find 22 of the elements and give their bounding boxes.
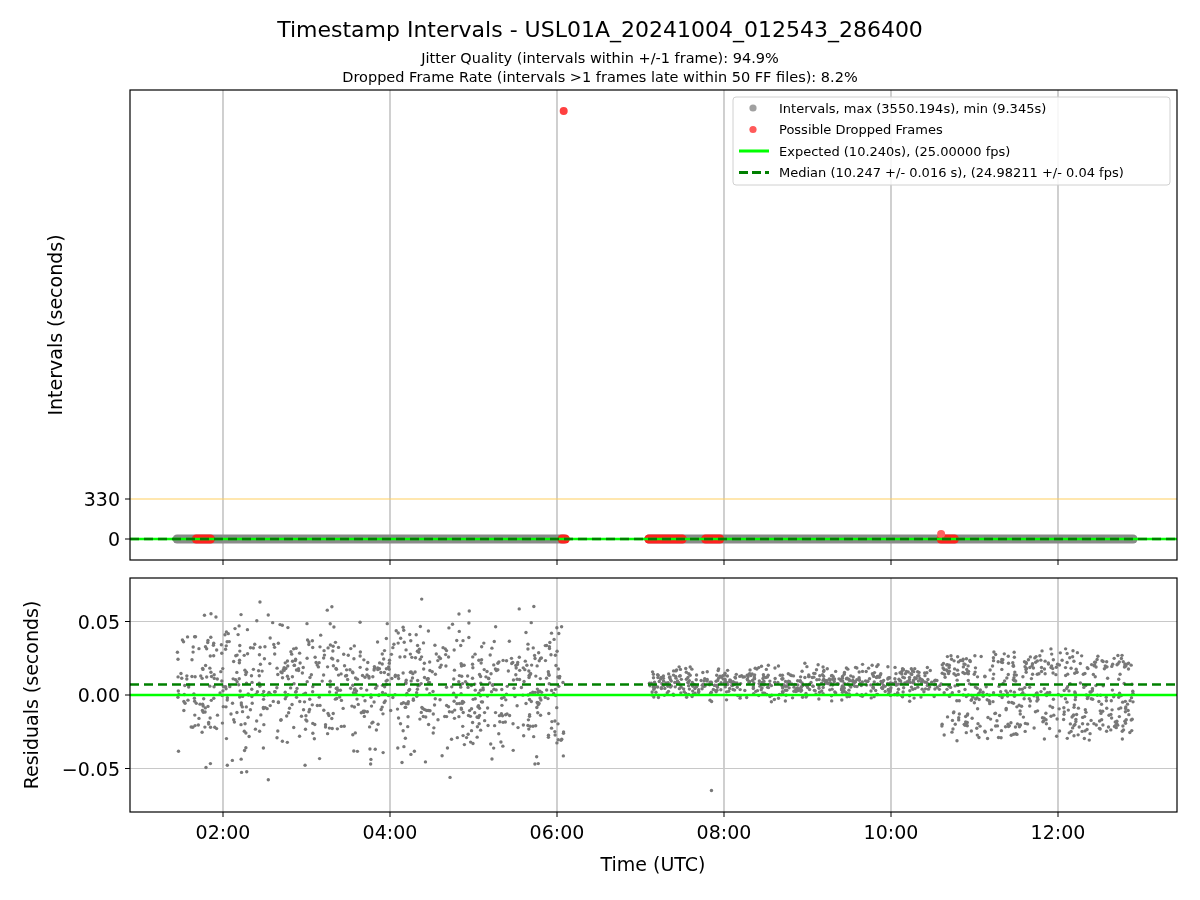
legend-label: Possible Dropped Frames: [779, 122, 943, 137]
chart-subtitle: Jitter Quality (intervals within +/-1 frame): 94.9%: [421, 50, 779, 66]
chart-title: Timestamp Intervals - USL01A_20241004_012543_286400: [277, 17, 923, 42]
y-tick-label: −0.05: [61, 757, 120, 780]
y-tick-label: 0.05: [77, 610, 120, 633]
legend-label: Median (10.247 +/- 0.016 s), (24.98211 +/- 0.04 fps): [779, 165, 1124, 180]
dropped-frame-point: [559, 107, 568, 115]
x-tick-label: 08:00: [696, 821, 752, 843]
legend-label: Expected (10.240s), (25.00000 fps): [779, 143, 1011, 159]
legend-label: Intervals, max (3550.194s), min (9.345s): [779, 100, 1047, 116]
y-axis-label: Residuals (seconds): [20, 600, 42, 790]
y-tick-label: 0.00: [77, 684, 120, 706]
x-axis-label: Time (UTC): [600, 853, 706, 875]
x-tick-label: 04:00: [362, 821, 418, 843]
chart-subtitle: Dropped Frame Rate (intervals >1 frames late within 50 FF files): 8.2%: [342, 69, 858, 85]
x-tick-label: 12:00: [1030, 821, 1086, 843]
y-tick-label: 0: [107, 528, 120, 550]
x-tick-label: 06:00: [529, 821, 585, 843]
x-tick-label: 02:00: [195, 821, 251, 843]
y-axis-label: Intervals (seconds): [44, 234, 66, 416]
y-tick-label: 330: [83, 488, 120, 510]
x-tick-label: 10:00: [863, 821, 919, 843]
